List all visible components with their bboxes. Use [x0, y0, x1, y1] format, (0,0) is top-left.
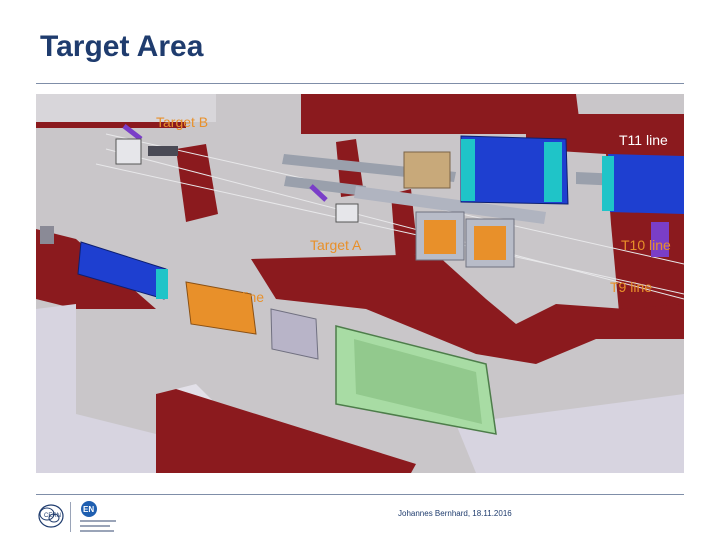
en-department-logo-icon: EN: [78, 500, 118, 539]
label-t11-line: T11 line: [619, 132, 668, 148]
footer-divider: [36, 494, 684, 495]
label-t8-line: T8 line: [222, 289, 265, 305]
label-t10-line: T10 line: [621, 237, 671, 253]
label-target-b: Target B: [156, 114, 209, 130]
footer-author-date: Johannes Bernhard, 18.11.2016: [398, 509, 512, 518]
tan-magnet: [403, 151, 451, 189]
blue-magnet-right: [608, 154, 684, 214]
target-area-3d-render: Target B T11 line Target A T10 line T9 l…: [36, 94, 684, 473]
cyan-coil-left-magnet: [156, 269, 168, 299]
cyan-coil-left: [461, 139, 475, 201]
title-divider: [36, 83, 684, 84]
target-a-assembly: [335, 203, 359, 223]
slide-title: Target Area: [40, 30, 204, 63]
svg-text:EN: EN: [83, 505, 94, 514]
orange-magnet-a2: [474, 226, 506, 260]
cyan-coil-far: [602, 156, 614, 211]
label-t9-line: T9 line: [610, 279, 653, 295]
logo-separator: [70, 502, 71, 532]
cyan-coil-right: [544, 142, 562, 202]
label-target-a: Target A: [310, 237, 362, 253]
target-b-head: [148, 146, 178, 156]
left-device: [40, 226, 54, 244]
svg-text:CERN: CERN: [44, 513, 61, 519]
cern-logo-icon: CERN: [36, 501, 66, 536]
orange-magnet-a1: [424, 220, 456, 254]
target-b-assembly: [115, 138, 142, 165]
